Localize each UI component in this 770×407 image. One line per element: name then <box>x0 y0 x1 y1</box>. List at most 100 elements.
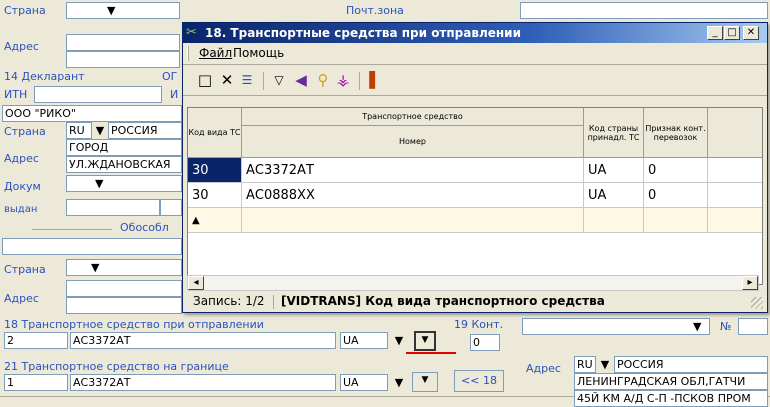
menu-grip <box>187 46 189 61</box>
find-icon[interactable]: ⚶ <box>333 70 353 90</box>
strana3-label: Страна <box>4 263 46 276</box>
field19-value[interactable]: 0 <box>470 334 500 351</box>
org-name-field[interactable]: ООО "РИКО" <box>2 105 182 122</box>
flag-icon[interactable]: ◀ <box>291 70 311 90</box>
inn-field[interactable] <box>34 86 162 103</box>
right-combo-field[interactable]: ▼ <box>522 318 710 335</box>
menu-file[interactable]: Файл <box>199 43 232 63</box>
country-name-field[interactable]: РОССИЯ <box>108 122 182 139</box>
vydan-label: выдан <box>4 204 38 215</box>
new-row-number[interactable] <box>242 208 584 233</box>
addr-line2[interactable]: УЛ.ЖДАНОВСКАЯ <box>66 156 182 173</box>
vydan-field[interactable] <box>66 199 160 216</box>
new-icon[interactable]: □ <box>195 70 215 90</box>
transport-dialog: ✂ 18. Транспортные средства при отправле… <box>182 22 768 313</box>
col-container-flag[interactable]: Признак конт. перевозок <box>644 108 708 158</box>
adres3-label: Адрес <box>4 292 39 305</box>
country-dropdown-icon[interactable]: ▼ <box>93 123 107 138</box>
col-code-type[interactable]: Код вида ТС <box>188 108 242 158</box>
cell-flag-row2[interactable]: 0 <box>644 183 708 208</box>
cell-code-row2[interactable]: 30 <box>188 183 242 208</box>
col-number[interactable]: Номер <box>242 126 584 158</box>
cell-number-row2[interactable]: АС0888ХХ <box>242 183 584 208</box>
scroll-left-button[interactable]: ◂ <box>188 276 204 290</box>
field18-country[interactable]: UA <box>340 332 388 349</box>
field18-open-list-button[interactable]: ▼ <box>414 331 436 351</box>
strana3-field[interactable]: ▼ <box>66 259 182 276</box>
obosob-label: Обособл <box>120 221 169 234</box>
close-button[interactable]: ✕ <box>743 26 759 40</box>
field21-open-list-button[interactable]: ▼ <box>412 372 438 392</box>
scroll-right-button[interactable]: ▸ <box>742 276 758 290</box>
right-country-dropdown-icon[interactable]: ▼ <box>598 357 612 372</box>
vydan-field-2[interactable] <box>160 199 182 216</box>
cell-flag-row1[interactable]: 0 <box>644 158 708 183</box>
right-no-field[interactable] <box>738 318 768 335</box>
obosob-separator <box>32 229 112 230</box>
country-code-field[interactable]: RU <box>66 122 92 139</box>
field21-count[interactable]: 1 <box>4 374 68 391</box>
dropdown-arrow-icon[interactable]: ▼ <box>107 4 115 17</box>
minimize-button[interactable]: _ <box>707 26 723 40</box>
field21-country[interactable]: UA <box>340 374 388 391</box>
field21-number[interactable]: АС3372АТ <box>70 374 336 391</box>
back-to-18-button[interactable]: << 18 <box>454 370 504 392</box>
adres-field[interactable] <box>66 34 180 51</box>
field18-dropdown-icon[interactable]: ▼ <box>392 333 406 348</box>
exit-icon[interactable]: ▌ <box>365 70 385 90</box>
inn-label: ИТН <box>4 88 28 101</box>
right-top-field[interactable] <box>520 2 768 19</box>
toolbar-separator-2 <box>359 72 360 90</box>
new-row-flag[interactable] <box>644 208 708 233</box>
adres-label: Адрес <box>4 40 39 53</box>
horizontal-scrollbar[interactable]: ◂ ▸ <box>187 275 759 291</box>
maximize-button[interactable]: □ <box>724 26 740 40</box>
addr-line1[interactable]: ГОРОД <box>66 139 182 156</box>
new-row-country[interactable] <box>584 208 644 233</box>
dialog-title: 18. Транспортные средства при отправлени… <box>205 26 521 40</box>
app-icon: ✂ <box>186 25 197 40</box>
right-dropdown-icon[interactable]: ▼ <box>693 320 701 333</box>
strana2-label: Страна <box>4 125 46 138</box>
strana3-dropdown-icon[interactable]: ▼ <box>91 261 99 274</box>
right-addr2[interactable]: 45Й КМ А/Д С-П -ПСКОВ ПРОМ <box>574 390 768 407</box>
right-addr1[interactable]: ЛЕНИНГРАДСКАЯ ОБЛ,ГАТЧИ <box>574 373 768 390</box>
cell-code-row1[interactable]: 30 <box>188 158 242 183</box>
col-country-code[interactable]: Код страны принадл. ТС <box>584 108 644 158</box>
menu-bar: Файл Помощь <box>183 43 767 65</box>
right-no-label: № <box>720 320 732 333</box>
filter-icon[interactable]: ▽ <box>269 70 289 90</box>
cell-number-row1[interactable]: АС3372АТ <box>242 158 584 183</box>
dokum-label: Докум <box>4 180 41 193</box>
menu-help[interactable]: Помощь <box>233 43 284 63</box>
toolbar: □ ✕ ☰ ▽ ◀ ⚲ ⚶ ▌ <box>183 66 767 96</box>
new-row-indicator[interactable]: ▲ <box>188 208 242 233</box>
dokum-dropdown-icon[interactable]: ▼ <box>95 177 103 190</box>
status-field-hint: [VIDTRANS] Код вида транспортного средст… <box>281 294 605 308</box>
field18-number[interactable]: АС3372АТ <box>70 332 336 349</box>
adres2-label: Адрес <box>4 152 39 165</box>
delete-icon[interactable]: ✕ <box>217 70 237 90</box>
adres3-field[interactable] <box>66 280 182 297</box>
field18-count[interactable]: 2 <box>4 332 68 349</box>
dialog-title-bar[interactable]: ✂ 18. Транспортные средства при отправле… <box>183 23 767 43</box>
right-adres-label: Адрес <box>526 362 561 375</box>
strana-field[interactable]: ▼ <box>66 2 180 19</box>
field21-label: 21 Транспортное средство на границе <box>4 360 229 373</box>
dokum-field[interactable]: ▼ <box>66 175 182 192</box>
adres3-field-2[interactable] <box>66 297 182 314</box>
adres-field-2[interactable] <box>66 51 180 68</box>
top-center-partial: Почт.зона <box>346 4 404 17</box>
cell-country-row2[interactable]: UA <box>584 183 644 208</box>
obosob-field[interactable] <box>2 238 182 255</box>
col-filler <box>708 108 762 158</box>
right-country-code[interactable]: RU <box>574 356 596 373</box>
resize-grip-icon[interactable] <box>751 297 763 309</box>
list-icon[interactable]: ☰ <box>237 70 257 90</box>
cell-filler-row2 <box>708 183 762 208</box>
cell-country-row1[interactable]: UA <box>584 158 644 183</box>
vehicles-grid: Код вида ТС Транспортное средство Номер … <box>187 107 763 285</box>
search-icon[interactable]: ⚲ <box>313 70 333 90</box>
field21-dropdown-icon[interactable]: ▼ <box>392 375 406 390</box>
right-country-name[interactable]: РОССИЯ <box>614 356 768 373</box>
